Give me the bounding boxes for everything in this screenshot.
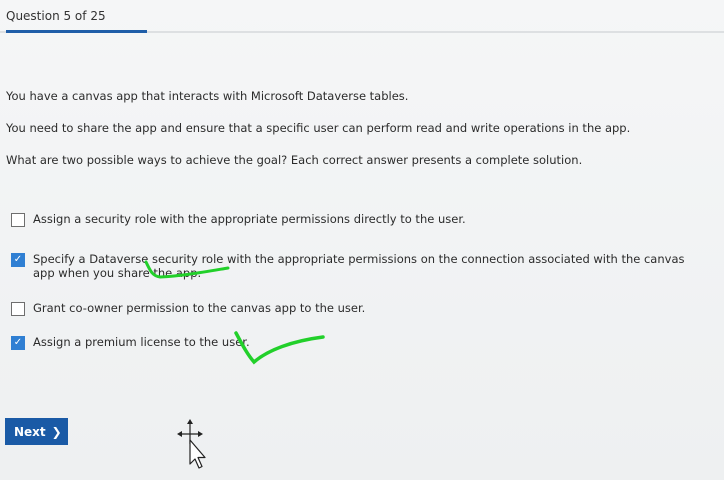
question-stem-line-1: You have a canvas app that interacts wit…	[6, 89, 409, 103]
option-3-checkbox[interactable]	[11, 302, 25, 316]
option-2-label: Specify a Dataverse security role with t…	[33, 252, 685, 280]
option-3-label: Grant co-owner permission to the canvas …	[33, 301, 366, 315]
option-4-checkbox[interactable]: ✓	[11, 336, 25, 350]
next-button[interactable]: Next ❯	[5, 418, 68, 445]
chevron-right-icon: ❯	[51, 424, 62, 439]
answer-option-2[interactable]: ✓ Specify a Dataverse security role with…	[11, 252, 703, 280]
option-1-label: Assign a security role with the appropri…	[33, 212, 466, 226]
option-1-checkbox[interactable]	[11, 213, 25, 227]
answer-option-4[interactable]: ✓ Assign a premium license to the user.	[11, 335, 703, 350]
checkmark-icon: ✓	[13, 337, 23, 348]
handwritten-annotation	[144, 260, 325, 365]
progress-fill	[6, 30, 147, 33]
checkmark-icon: ✓	[13, 254, 23, 265]
question-counter: Question 5 of 25	[6, 9, 106, 23]
next-button-label: Next	[14, 424, 46, 439]
question-stem-line-3: What are two possible ways to achieve th…	[6, 153, 583, 167]
answer-option-3[interactable]: Grant co-owner permission to the canvas …	[11, 301, 703, 316]
arrow-pointer-shape	[189, 439, 206, 469]
exam-page: Question 5 of 25 You have a canvas app t…	[0, 0, 724, 480]
answer-option-1[interactable]: Assign a security role with the appropri…	[11, 212, 703, 227]
question-stem-line-2: You need to share the app and ensure tha…	[6, 121, 631, 135]
move-cursor-icon	[177, 419, 206, 469]
option-4-label: Assign a premium license to the user.	[33, 335, 250, 349]
option-2-checkbox[interactable]: ✓	[11, 253, 25, 267]
